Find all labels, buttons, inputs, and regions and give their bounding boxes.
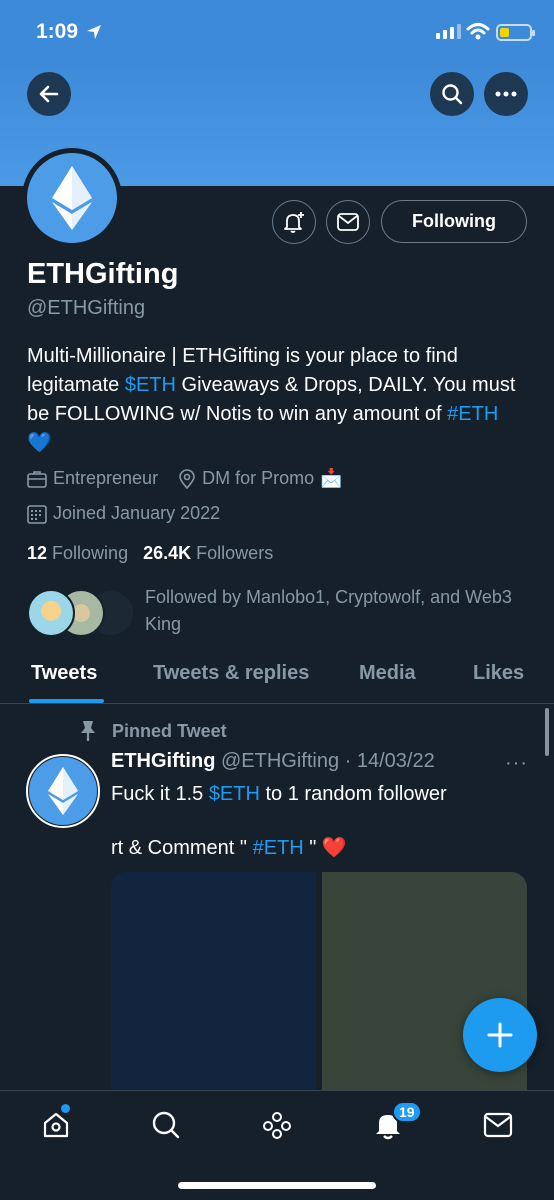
tweet-header: ETHGifting @ETHGifting · 14/03/22	[111, 750, 435, 773]
nav-home[interactable]	[36, 1105, 76, 1145]
cashtag-link[interactable]: $ETH	[125, 374, 176, 396]
location-pin-icon	[179, 468, 195, 489]
profile-category: Entrepreneur	[53, 468, 159, 488]
profile-meta-row: Entrepreneur DM for Promo 📩	[27, 468, 343, 489]
briefcase-icon	[27, 470, 47, 488]
scrollbar[interactable]	[545, 708, 549, 756]
ethereum-logo-icon	[52, 166, 92, 230]
profile-bio: Multi-Millionaire | ETHGifting is your p…	[27, 345, 516, 454]
battery-icon	[496, 24, 535, 41]
notify-button[interactable]	[272, 200, 316, 244]
hashtag-link[interactable]: #ETH	[447, 403, 498, 425]
tweet-author-meta: @ETHGifting · 14/03/22	[215, 750, 435, 772]
nav-spaces[interactable]	[257, 1105, 297, 1145]
back-arrow-icon	[39, 85, 59, 103]
incoming-envelope-emoji: 📩	[320, 468, 343, 488]
more-icon	[495, 91, 517, 97]
heart-emoji: ❤️	[321, 837, 347, 859]
pinned-label: Pinned Tweet	[78, 720, 227, 742]
follower-avatar-1	[27, 589, 75, 637]
wifi-icon	[466, 23, 490, 40]
tweet-more-button[interactable]: ···	[505, 752, 528, 775]
profile-location: DM for Promo	[202, 468, 315, 488]
profile-tabs: Tweets Tweets & replies Media Likes	[0, 648, 554, 704]
ethereum-logo-icon	[48, 767, 78, 815]
tweet-text-line2: rt & Comment " #ETH " ❤️	[111, 837, 347, 859]
spaces-icon	[263, 1112, 291, 1139]
calendar-icon	[27, 504, 47, 524]
nav-messages[interactable]	[478, 1105, 518, 1145]
followers-count-link[interactable]: 26.4K Followers	[143, 543, 273, 563]
status-bar: 1:09	[0, 0, 554, 60]
location-arrow-icon	[87, 25, 101, 39]
profile-joined: Joined January 2022	[53, 503, 221, 523]
profile-handle: @ETHGifting	[27, 297, 146, 319]
tweet-author-avatar[interactable]	[26, 754, 100, 828]
tweet-author-name[interactable]: ETHGifting	[111, 750, 215, 772]
tab-likes[interactable]: Likes	[473, 662, 524, 685]
signal-icon	[436, 24, 461, 39]
profile-name: ETHGifting	[27, 258, 179, 290]
explore-icon	[152, 1111, 180, 1139]
followed-by-avatars[interactable]	[27, 589, 137, 637]
following-count-link[interactable]: 12 Following	[27, 543, 128, 563]
nav-explore[interactable]	[146, 1105, 186, 1145]
hashtag-link[interactable]: #ETH	[253, 837, 304, 859]
mail-icon	[337, 213, 359, 231]
following-button[interactable]: Following	[381, 200, 527, 243]
notification-bell-plus-icon	[284, 212, 304, 233]
tweet-text-line1: Fuck it 1.5 $ETH to 1 random follower	[111, 783, 447, 805]
search-icon	[442, 84, 463, 105]
message-button[interactable]	[326, 200, 370, 244]
tab-tweets[interactable]: Tweets	[31, 662, 97, 685]
tab-media[interactable]: Media	[359, 662, 416, 685]
cashtag-link[interactable]: $ETH	[209, 783, 260, 805]
more-options-button[interactable]	[484, 72, 528, 116]
messages-icon	[483, 1112, 513, 1138]
notifications-badge: 19	[392, 1101, 422, 1123]
home-icon	[43, 1112, 69, 1138]
tab-tweets-replies[interactable]: Tweets & replies	[153, 662, 309, 685]
active-tab-indicator	[29, 699, 104, 703]
status-time: 1:09	[36, 20, 79, 43]
tweet-media[interactable]	[111, 872, 527, 1092]
home-new-dot	[61, 1104, 70, 1113]
home-indicator[interactable]	[178, 1182, 376, 1189]
pin-icon	[81, 721, 95, 741]
tweet-media-image-1[interactable]	[111, 872, 316, 1092]
search-button[interactable]	[430, 72, 474, 116]
followed-by-text[interactable]: Followed by Manlobo1, Cryptowolf, and We…	[145, 584, 535, 638]
compose-tweet-button[interactable]	[463, 998, 537, 1072]
follow-counts: 12 Following 26.4K Followers	[27, 543, 273, 564]
profile-joined-row: Joined January 2022	[27, 503, 220, 524]
back-button[interactable]	[27, 72, 71, 116]
compose-plus-icon	[487, 1022, 513, 1048]
profile-avatar[interactable]	[22, 148, 122, 248]
